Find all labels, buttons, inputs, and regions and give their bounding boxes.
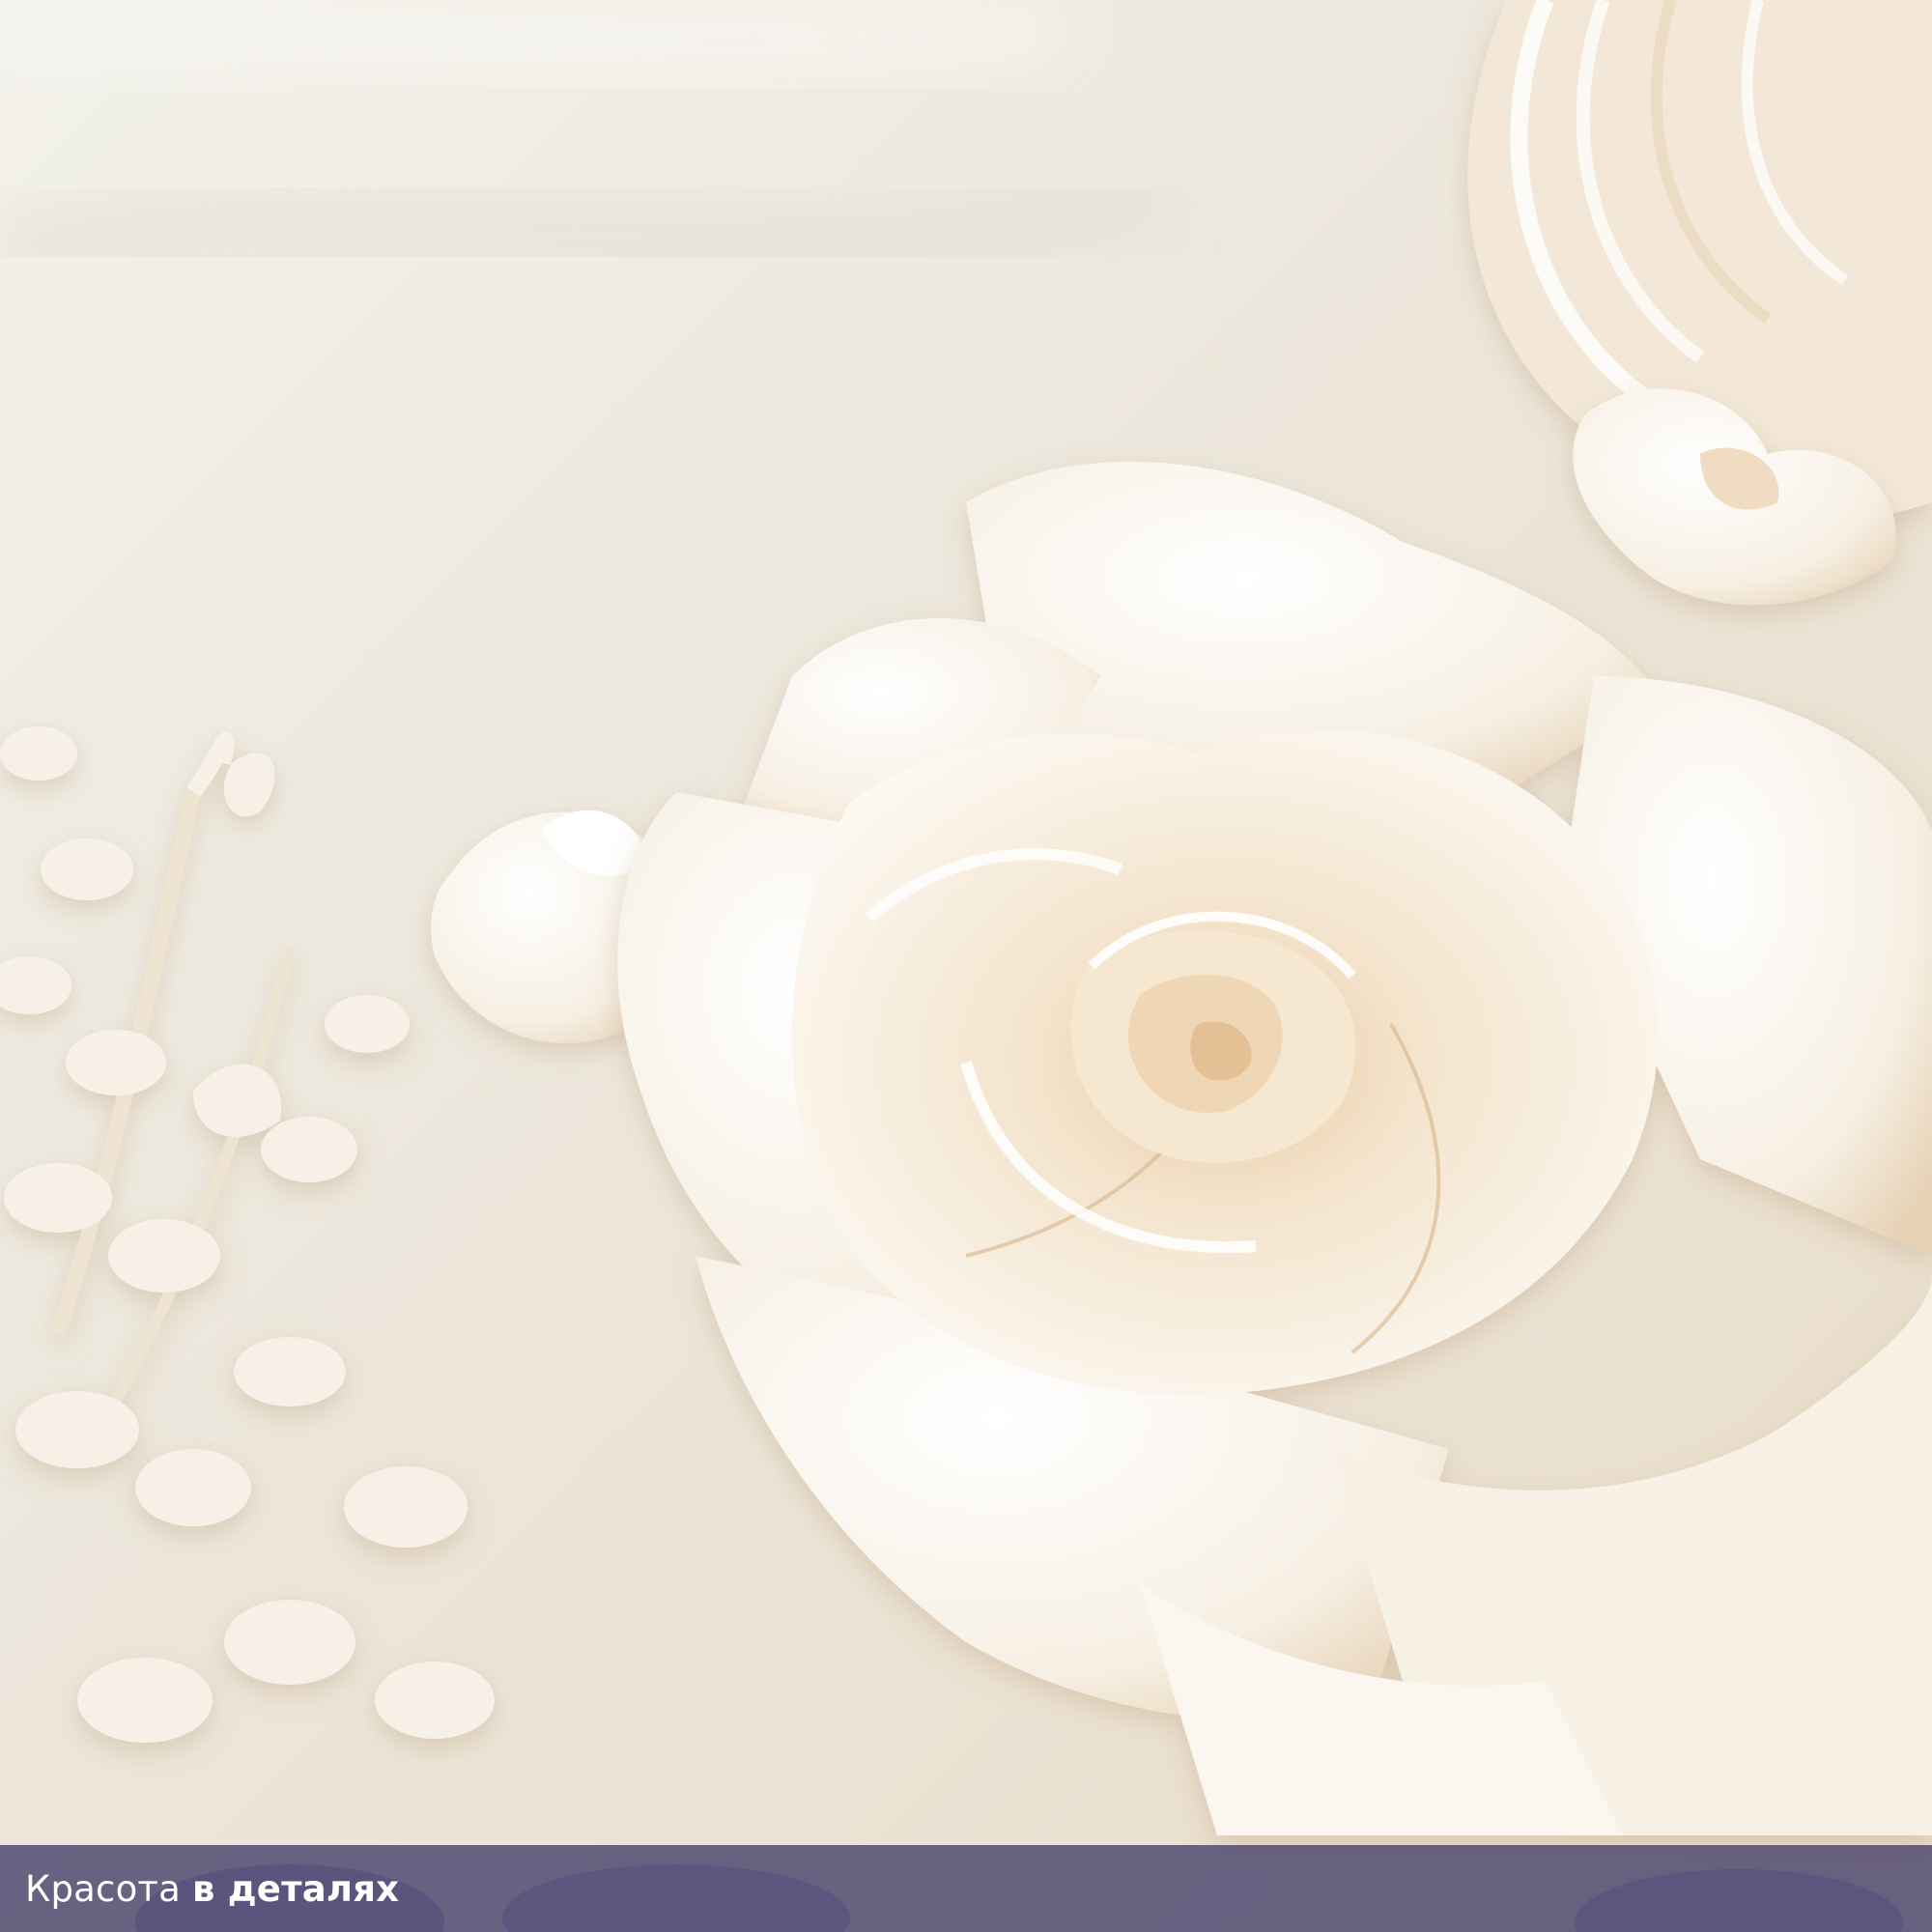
floral-relief-illustration — [0, 0, 1932, 1932]
caption-regular-text: Красота — [25, 1867, 182, 1910]
caption-bar: Красота в деталях — [0, 1845, 1932, 1932]
caption-bold-text: в деталях — [192, 1867, 400, 1910]
caption-text: Красота в деталях — [25, 1871, 399, 1907]
relief-rose-photo: Красота в деталях — [0, 0, 1932, 1932]
